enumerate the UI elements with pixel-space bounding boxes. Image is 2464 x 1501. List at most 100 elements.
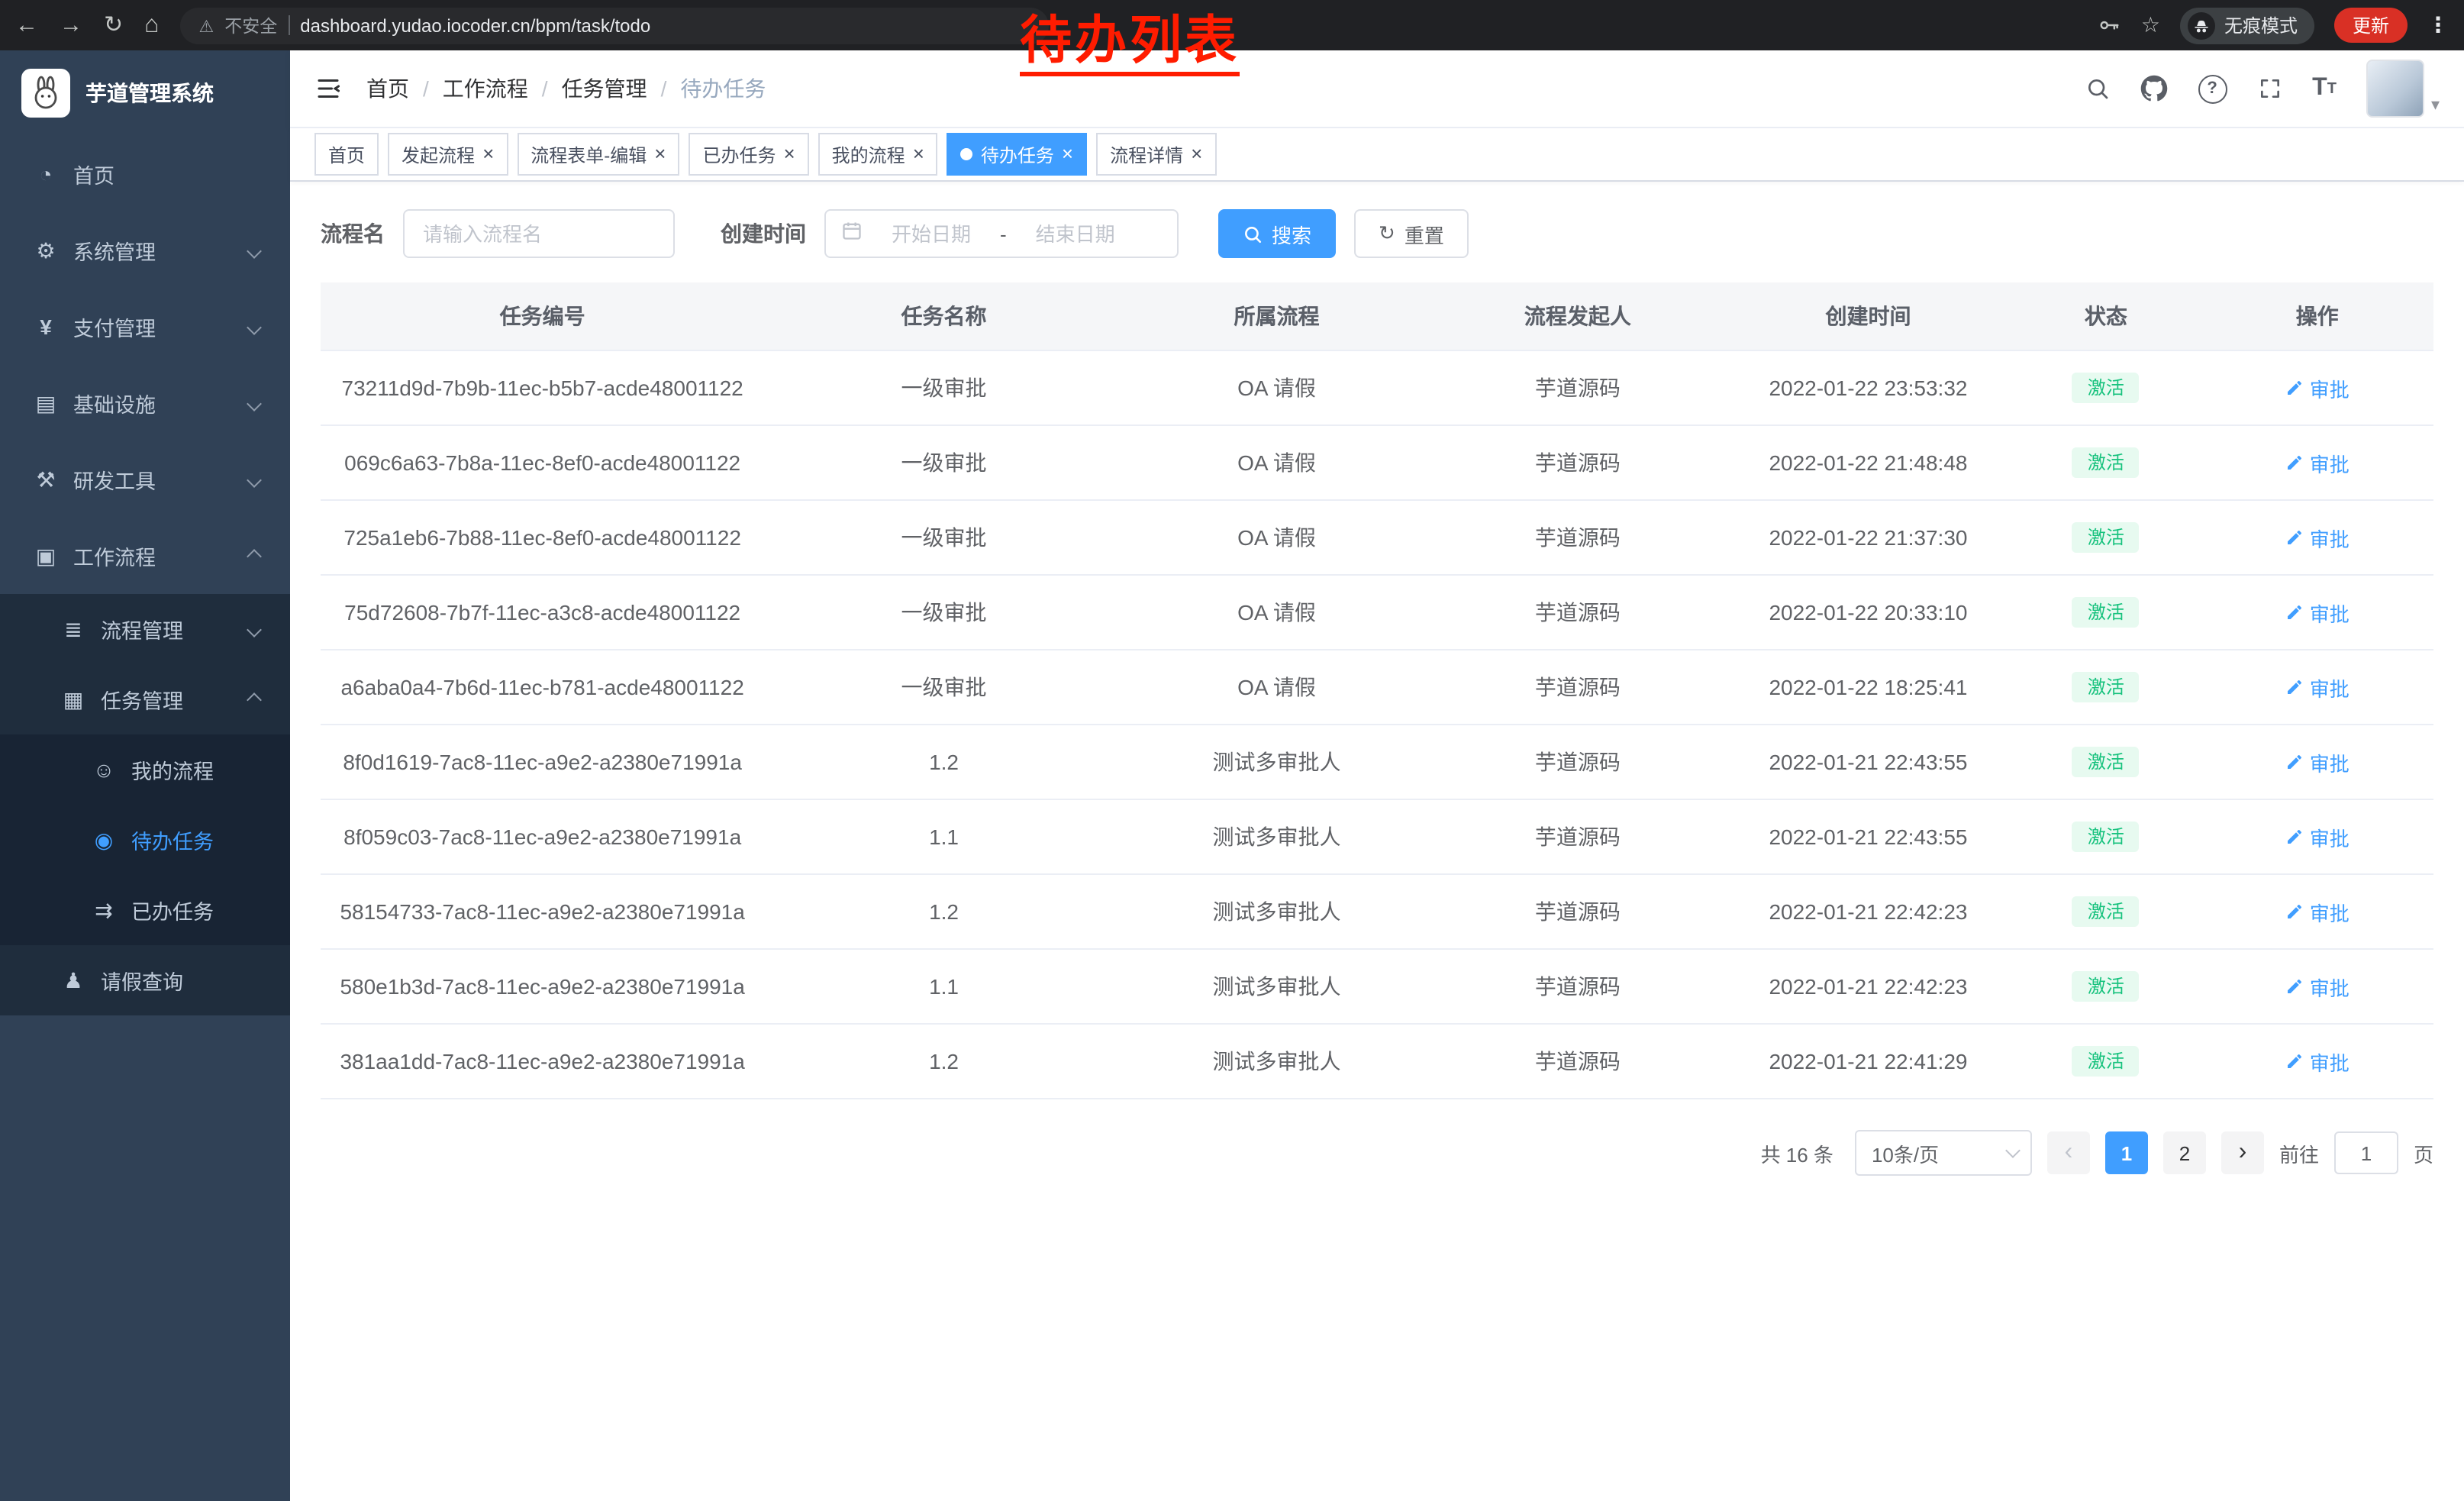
github-icon[interactable] xyxy=(2140,75,2167,102)
tab-close-icon[interactable] xyxy=(482,144,494,165)
cell-task-name: 一级审批 xyxy=(764,650,1124,725)
sidebar-item-devtools[interactable]: 研发工具 xyxy=(0,441,290,518)
url-text: dashboard.yudao.iocoder.cn/bpm/task/todo xyxy=(300,15,650,36)
tab-close-icon[interactable] xyxy=(913,144,924,165)
prev-page-button[interactable] xyxy=(2047,1131,2090,1174)
sidebar-item-my-process[interactable]: 我的流程 xyxy=(0,734,290,805)
tab-process-form-edit[interactable]: 流程表单-编辑 xyxy=(517,133,679,176)
page-button-2[interactable]: 2 xyxy=(2163,1131,2206,1174)
sidebar-item-infra[interactable]: 基础设施 xyxy=(0,365,290,441)
goto-page-input[interactable] xyxy=(2334,1131,2398,1174)
tab-label: 流程表单-编辑 xyxy=(531,141,647,167)
approve-button[interactable]: 审批 xyxy=(2285,897,2350,926)
cell-created: 2022-01-21 22:41:29 xyxy=(1726,1024,2011,1099)
pagination: 共 16 条 10条/页 1 2 前往 页 xyxy=(321,1130,2433,1176)
tab-process-detail[interactable]: 流程详情 xyxy=(1096,133,1216,176)
next-page-button[interactable] xyxy=(2221,1131,2264,1174)
sidebar-item-leave-query[interactable]: 请假查询 xyxy=(0,945,290,1015)
forward-icon[interactable] xyxy=(60,14,82,37)
sidebar-item-task-mgmt[interactable]: 任务管理 xyxy=(0,664,290,734)
chevron-down-icon xyxy=(247,472,262,487)
help-icon[interactable] xyxy=(2198,74,2227,103)
reset-button-label: 重置 xyxy=(1405,219,1444,248)
address-bar[interactable]: 不安全 dashboard.yudao.iocoder.cn/bpm/task/… xyxy=(181,7,1050,44)
reset-icon xyxy=(1379,221,1395,246)
approve-button[interactable]: 审批 xyxy=(2285,822,2350,851)
end-date-input[interactable] xyxy=(1016,221,1135,247)
breadcrumb-separator: / xyxy=(423,76,429,101)
table-row: 73211d9d-7b9b-11ec-b5b7-acde48001122 一级审… xyxy=(321,350,2433,425)
cell-created: 2022-01-22 21:37:30 xyxy=(1726,500,2011,575)
approve-button[interactable]: 审批 xyxy=(2285,598,2350,627)
col-process: 所属流程 xyxy=(1124,282,1430,350)
reload-icon[interactable] xyxy=(104,14,123,37)
approve-button[interactable]: 审批 xyxy=(2285,747,2350,776)
tab-close-icon[interactable] xyxy=(1062,144,1073,165)
cell-task-name: 一级审批 xyxy=(764,575,1124,650)
page-button-1[interactable]: 1 xyxy=(2105,1131,2148,1174)
chevron-up-icon xyxy=(247,548,262,563)
search-button[interactable]: 搜索 xyxy=(1218,209,1336,258)
approve-button[interactable]: 审批 xyxy=(2285,373,2350,402)
fullscreen-icon[interactable] xyxy=(2257,76,2282,101)
next-icon xyxy=(2239,1139,2247,1167)
process-name-input[interactable] xyxy=(403,209,675,258)
chevron-down-icon xyxy=(247,319,262,334)
cell-task-id: 8f0d1619-7ac8-11ec-a9e2-a2380e71991a xyxy=(321,725,764,799)
sidebar-item-workflow[interactable]: 工作流程 xyxy=(0,518,290,594)
approve-button[interactable]: 审批 xyxy=(2285,1047,2350,1076)
tab-label: 首页 xyxy=(328,141,365,167)
page-size-select[interactable]: 10条/页 xyxy=(1855,1130,2032,1176)
star-icon[interactable] xyxy=(2141,11,2160,39)
cell-process: 测试多审批人 xyxy=(1124,874,1430,949)
key-icon[interactable] xyxy=(2098,14,2121,37)
approve-button[interactable]: 审批 xyxy=(2285,523,2350,552)
approve-label: 审批 xyxy=(2310,673,2350,702)
breadcrumb-task-mgmt[interactable]: 任务管理 xyxy=(562,73,647,104)
cell-task-id: 580e1b3d-7ac8-11ec-a9e2-a2380e71991a xyxy=(321,949,764,1024)
cell-initiator: 芋道源码 xyxy=(1430,500,1726,575)
font-size-icon[interactable] xyxy=(2312,75,2337,102)
more-icon[interactable] xyxy=(2427,11,2449,39)
sidebar-logo[interactable]: 芋道管理系统 xyxy=(0,50,290,136)
tab-start-process[interactable]: 发起流程 xyxy=(388,133,508,176)
table-row: a6aba0a4-7b6d-11ec-b781-acde48001122 一级审… xyxy=(321,650,2433,725)
sidebar-item-label: 待办任务 xyxy=(131,825,214,855)
goto-unit-label: 页 xyxy=(2414,1138,2433,1167)
sidebar-item-home[interactable]: 首页 xyxy=(0,136,290,212)
sidebar-item-label: 支付管理 xyxy=(73,311,156,342)
my-process-icon xyxy=(89,757,119,782)
chevron-up-icon xyxy=(247,692,262,707)
tab-done-tasks[interactable]: 已办任务 xyxy=(689,133,808,176)
update-button[interactable]: 更新 xyxy=(2334,8,2408,43)
tab-close-icon[interactable] xyxy=(783,144,795,165)
sidebar-item-todo-tasks[interactable]: 待办任务 xyxy=(0,805,290,875)
user-menu[interactable] xyxy=(2367,60,2440,118)
tab-close-icon[interactable] xyxy=(1191,144,1202,165)
approve-button[interactable]: 审批 xyxy=(2285,972,2350,1001)
back-icon[interactable] xyxy=(15,14,38,37)
yen-icon xyxy=(31,315,61,339)
breadcrumb-home[interactable]: 首页 xyxy=(366,73,409,104)
breadcrumb-workflow[interactable]: 工作流程 xyxy=(443,73,528,104)
sidebar-item-payment[interactable]: 支付管理 xyxy=(0,289,290,365)
tab-my-process[interactable]: 我的流程 xyxy=(818,133,938,176)
reset-button[interactable]: 重置 xyxy=(1354,209,1469,258)
approve-button[interactable]: 审批 xyxy=(2285,448,2350,477)
sidebar-collapse-icon[interactable] xyxy=(314,75,342,102)
home-icon[interactable] xyxy=(144,13,159,37)
tab-close-icon[interactable] xyxy=(654,144,666,165)
tab-home[interactable]: 首页 xyxy=(314,133,379,176)
search-icon[interactable] xyxy=(2085,76,2109,101)
start-date-input[interactable] xyxy=(872,221,991,247)
browser-chrome: 不安全 dashboard.yudao.iocoder.cn/bpm/task/… xyxy=(0,0,2464,50)
date-range-picker[interactable]: - xyxy=(824,209,1179,258)
create-time-label: 创建时间 xyxy=(721,218,806,249)
sidebar-item-label: 流程管理 xyxy=(101,614,183,644)
sidebar-item-system[interactable]: 系统管理 xyxy=(0,212,290,289)
sidebar-item-process-mgmt[interactable]: 流程管理 xyxy=(0,594,290,664)
approve-button[interactable]: 审批 xyxy=(2285,673,2350,702)
tab-todo-tasks[interactable]: 待办任务 xyxy=(947,133,1087,176)
sidebar-item-done-tasks[interactable]: 已办任务 xyxy=(0,875,290,945)
incognito-label: 无痕模式 xyxy=(2224,12,2298,38)
